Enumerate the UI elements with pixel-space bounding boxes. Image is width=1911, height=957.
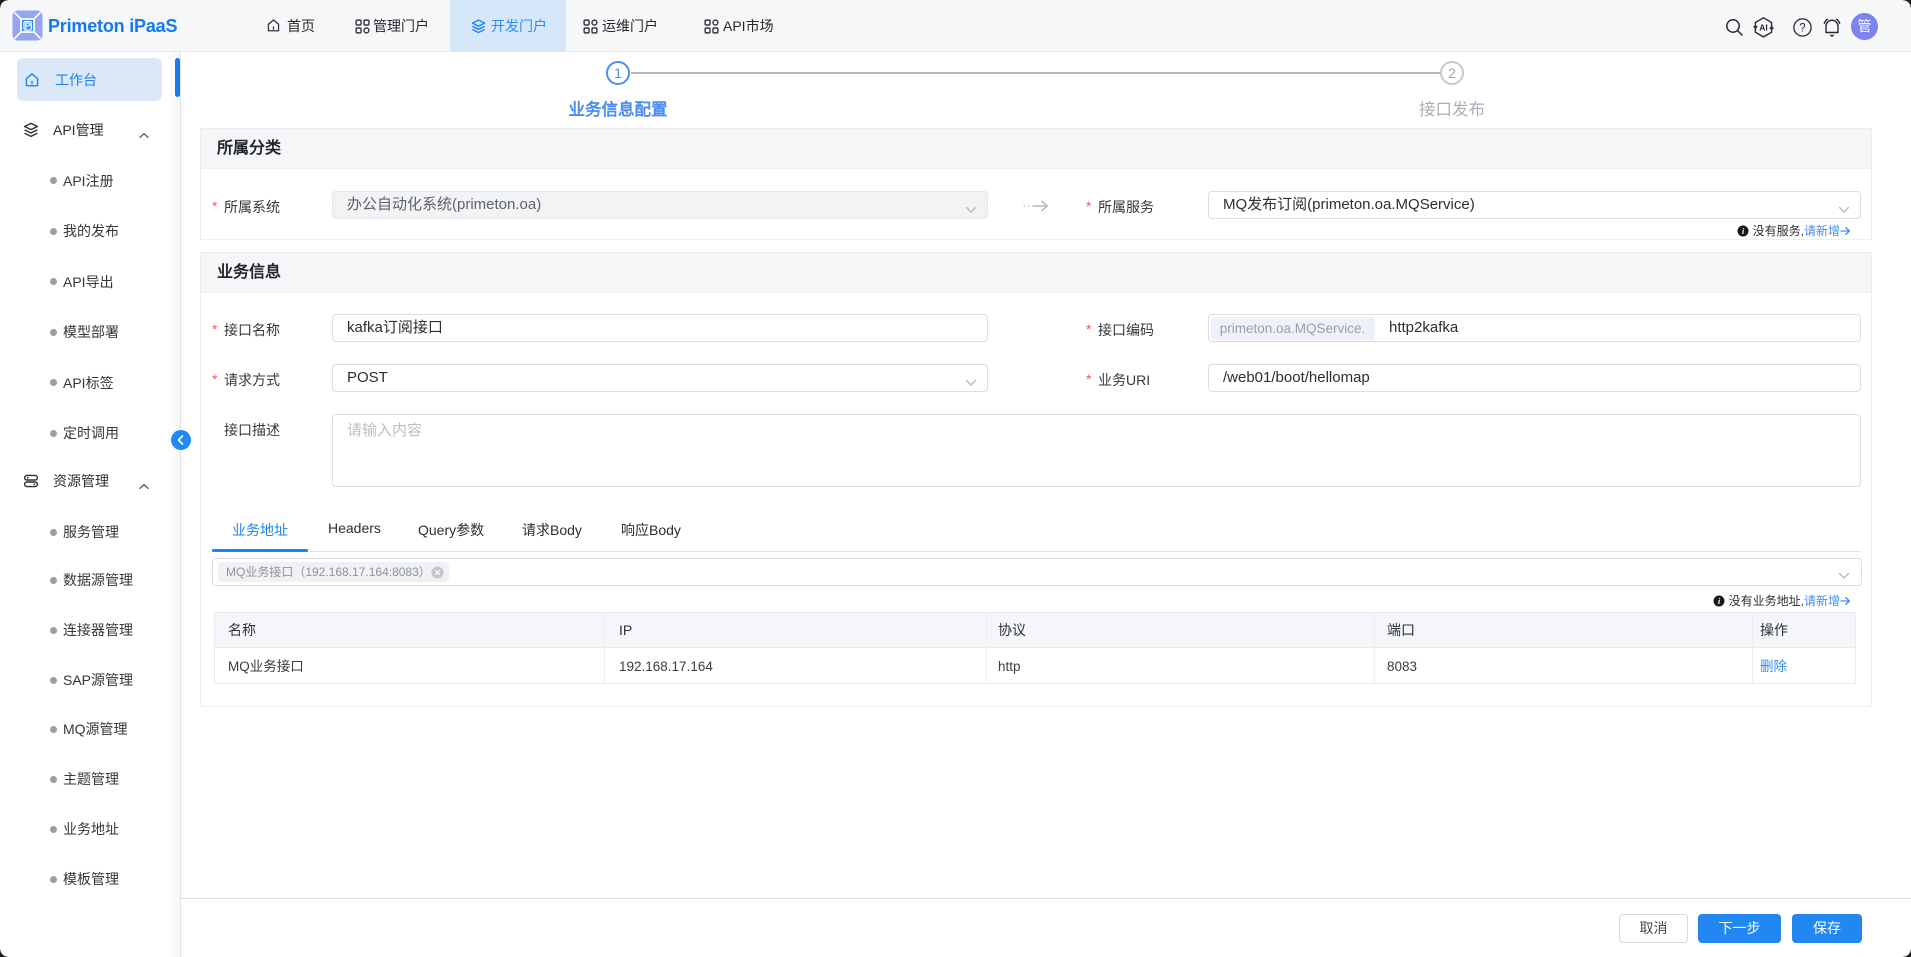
svg-text:P: P bbox=[25, 21, 31, 31]
svg-text:?: ? bbox=[1799, 23, 1805, 35]
svg-text:AI: AI bbox=[1759, 23, 1768, 33]
